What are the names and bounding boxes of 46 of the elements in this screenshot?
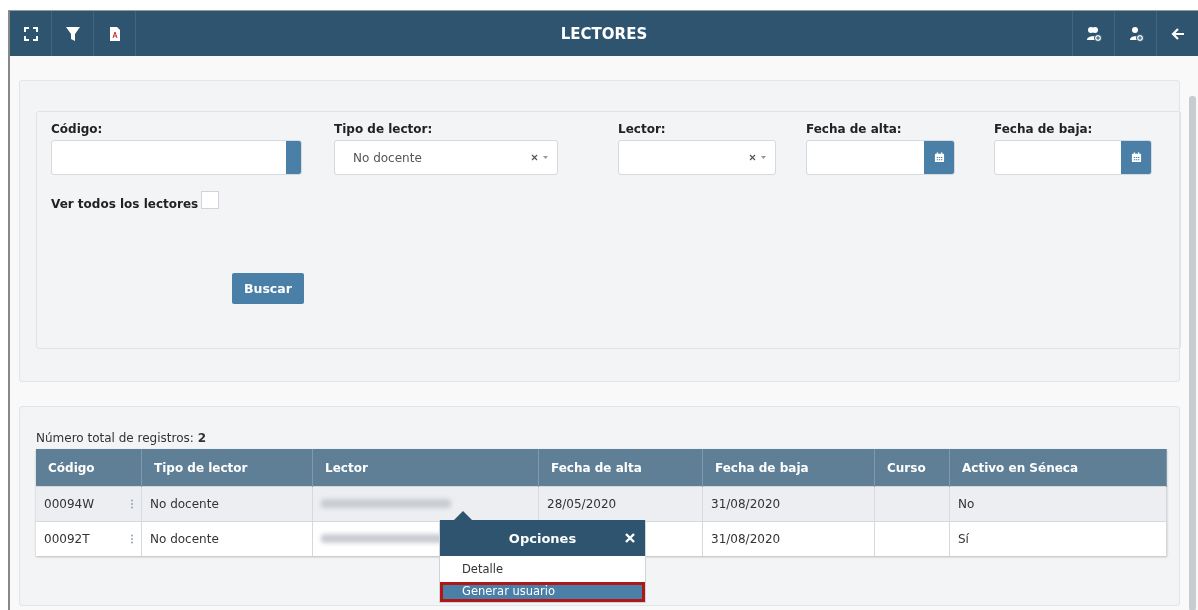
popup-title: Opciones — [508, 530, 577, 546]
field-label: Lector: — [618, 122, 667, 136]
close-button[interactable] — [625, 533, 635, 543]
field-label: Fecha de baja: — [994, 122, 1094, 136]
search-button[interactable]: Buscar — [232, 273, 304, 304]
filter-icon — [64, 25, 81, 42]
checkbox-label: Ver todos los lectores — [51, 197, 199, 211]
select-field[interactable] — [618, 140, 776, 175]
table-cell: No — [949, 486, 1167, 522]
menu-item[interactable]: Detalle — [440, 556, 645, 579]
checkbox[interactable] — [201, 191, 220, 209]
column-header: Código — [36, 449, 142, 487]
record-count: Número total de registros: 2 — [36, 431, 207, 445]
clear-dropdown-icon — [531, 153, 549, 162]
column-header: Activo en Séneca — [949, 449, 1167, 487]
date-input-field[interactable] — [806, 140, 955, 175]
column-header: Curso — [874, 449, 950, 487]
table-cell: 28/05/2020 — [538, 486, 703, 522]
table-cell: No docente — [141, 486, 313, 522]
table-cell: 00092T — [44, 532, 90, 546]
field-label: Fecha de alta: — [806, 122, 903, 136]
scrollbar[interactable] — [1189, 96, 1196, 610]
table-cell: 00094W — [44, 497, 95, 511]
page-title: LECTORES — [559, 24, 649, 43]
calendar-icon[interactable] — [1121, 141, 1151, 174]
column-header: Fecha de baja — [702, 449, 875, 487]
calendar-icon[interactable] — [924, 141, 954, 174]
add-users-icon — [1085, 25, 1102, 42]
menu-item[interactable]: Generar usuario — [440, 582, 645, 602]
table-cell: 31/08/2020 — [702, 486, 875, 522]
select-field[interactable]: No docente — [334, 140, 558, 175]
clear-dropdown-icon — [749, 153, 767, 162]
table-cell: Sí — [949, 521, 1167, 556]
expand-icon — [22, 25, 39, 42]
field-label: Código: — [51, 122, 104, 136]
back-arrow-icon — [1169, 25, 1186, 42]
table-cell: 31/08/2020 — [702, 521, 875, 556]
column-header: Lector — [312, 449, 539, 487]
column-header: Fecha de alta — [538, 449, 703, 487]
table-row[interactable]: 00094W No docente 28/05/2020 31/08/2020 No — [36, 486, 1167, 522]
field-label: Tipo de lector: — [334, 122, 434, 136]
column-header: Tipo de lector — [141, 449, 313, 487]
table-cell: No docente — [141, 521, 313, 556]
add-user-icon — [1127, 25, 1144, 42]
date-input-field[interactable] — [994, 140, 1152, 175]
code-input-field[interactable] — [51, 140, 302, 175]
